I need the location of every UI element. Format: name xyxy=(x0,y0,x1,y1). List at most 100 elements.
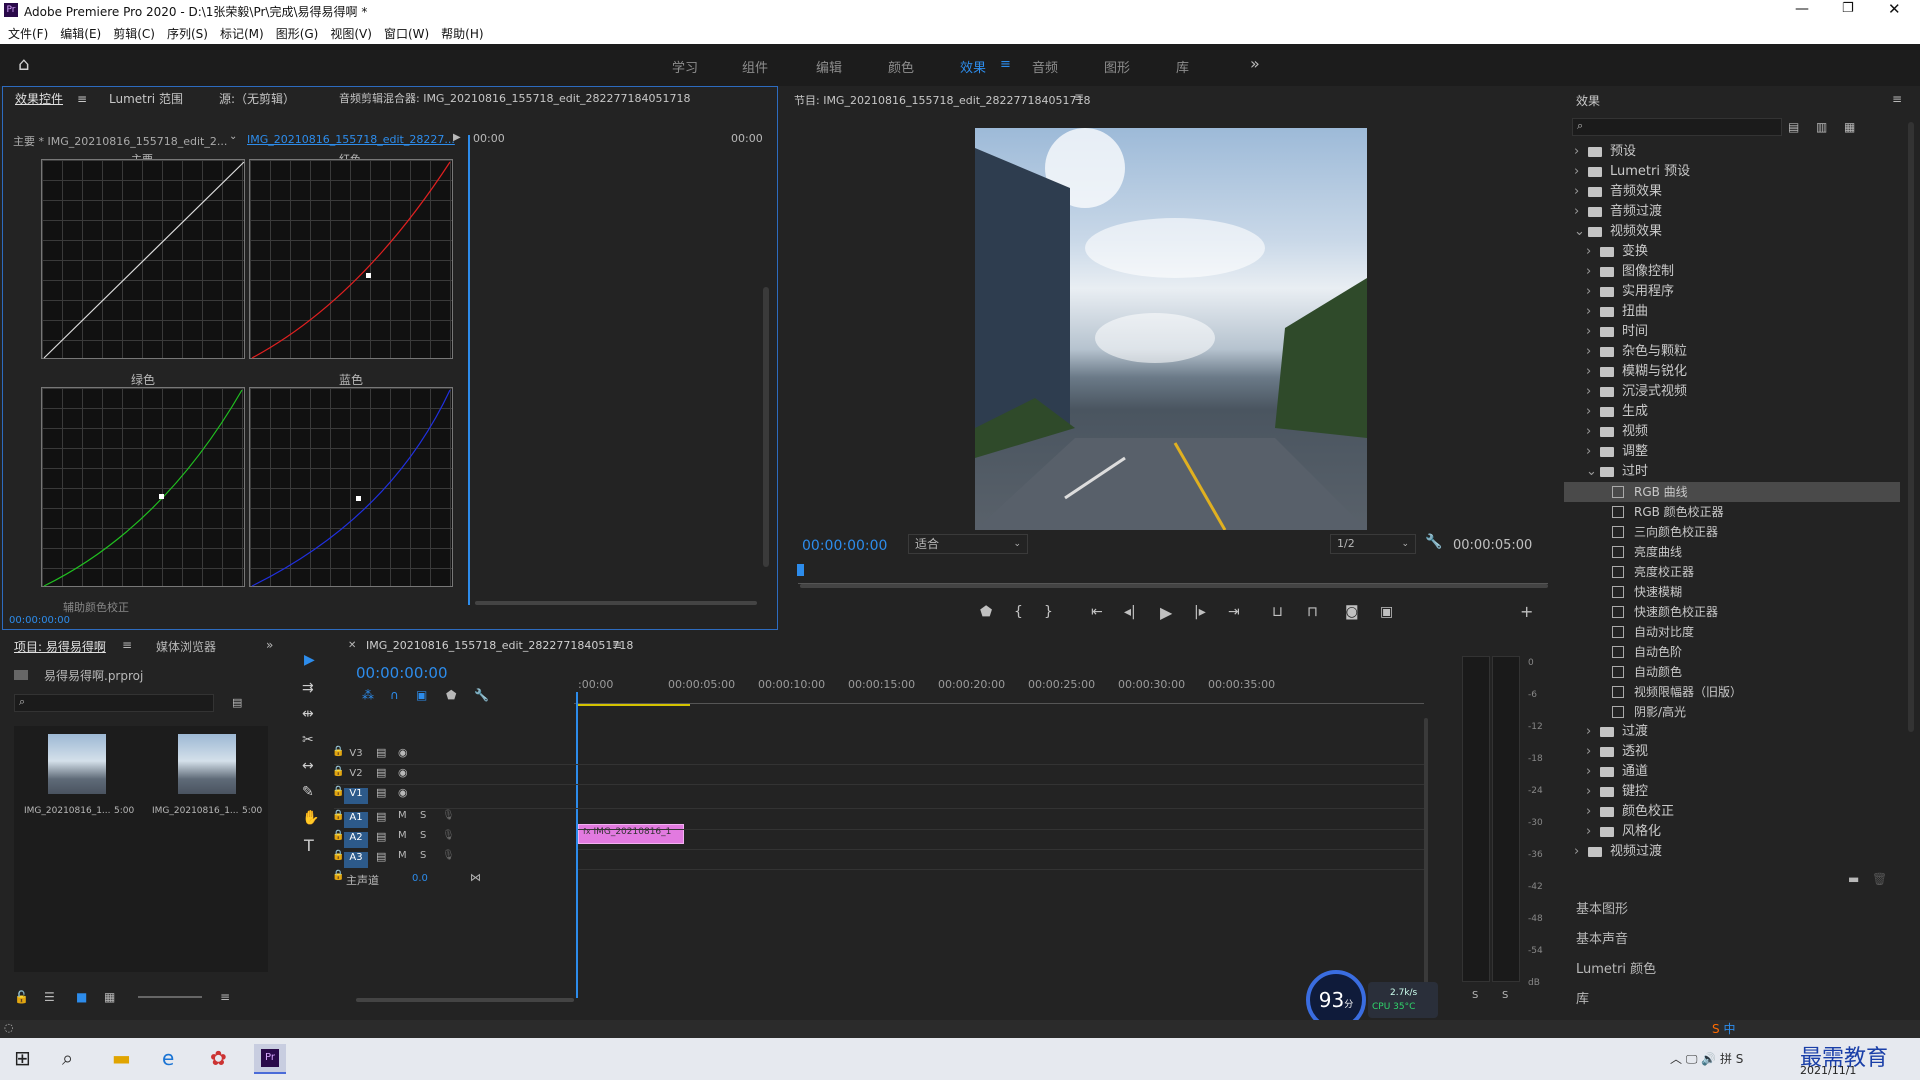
paint-app-icon[interactable]: ✿ xyxy=(210,1046,227,1070)
workspace-tab[interactable]: 音频 xyxy=(1032,57,1058,76)
solo-left-button[interactable]: S xyxy=(1472,990,1478,1001)
chevron-right-icon[interactable]: › xyxy=(1586,722,1594,742)
lock-icon[interactable]: 🔒 xyxy=(332,830,344,841)
comparison-view-icon[interactable]: ▣ xyxy=(1380,604,1393,620)
mute-button[interactable]: M xyxy=(398,810,407,821)
lock-icon[interactable]: 🔒 xyxy=(332,850,344,861)
extract-icon[interactable]: ⊓ xyxy=(1307,604,1318,620)
workspace-tab[interactable]: 组件 xyxy=(742,57,768,76)
chevron-right-icon[interactable]: › xyxy=(1586,302,1594,322)
zoom-slider[interactable] xyxy=(138,996,202,998)
sequence-thumbnail[interactable] xyxy=(178,734,236,794)
search-icon[interactable]: ⌕ xyxy=(62,1046,73,1070)
effect-folder[interactable]: › 预设 xyxy=(1564,142,1900,162)
program-menu-icon[interactable]: ≡ xyxy=(1074,90,1084,104)
section-essential-sound[interactable]: 基本声音 xyxy=(1576,928,1628,947)
video-track-header[interactable]: 🔒 V3 ▤ ◉ xyxy=(332,746,594,766)
chevron-right-icon[interactable]: › xyxy=(1586,262,1594,282)
premiere-taskbar-icon[interactable]: Pr xyxy=(254,1044,286,1074)
timeline-vscroll[interactable] xyxy=(1424,718,1428,998)
slip-tool-icon[interactable]: ↔ xyxy=(302,758,316,774)
master-curve-graph[interactable] xyxy=(41,159,245,359)
effects-menu-icon[interactable]: ≡ xyxy=(1892,92,1902,106)
lock-icon[interactable]: 🔒 xyxy=(332,810,344,821)
effect-folder[interactable]: › 生成 xyxy=(1564,402,1900,422)
program-playhead[interactable] xyxy=(797,564,804,576)
chevron-right-icon[interactable]: › xyxy=(1574,142,1582,162)
timeline-hscroll[interactable] xyxy=(356,998,574,1002)
tab-lumetri-scopes[interactable]: Lumetri 范围 xyxy=(109,87,183,111)
effect-folder[interactable]: › 视频 xyxy=(1564,422,1900,442)
tab-menu-icon[interactable]: ≡ xyxy=(77,87,87,111)
track-label[interactable]: V1 xyxy=(344,788,368,804)
workspace-tab[interactable]: 编辑 xyxy=(816,57,842,76)
chevron-right-icon[interactable]: › xyxy=(1586,782,1594,802)
play-icon[interactable]: ▶ xyxy=(1160,603,1172,622)
effect-folder[interactable]: › 透视 xyxy=(1564,742,1900,762)
chevron-right-icon[interactable]: › xyxy=(1574,202,1582,222)
effect-folder[interactable]: ⌄ 视频效果 xyxy=(1564,222,1900,242)
effect-folder[interactable]: › 调整 xyxy=(1564,442,1900,462)
effect-folder[interactable]: › 过渡 xyxy=(1564,722,1900,742)
effect-folder[interactable]: ⌄ 过时 xyxy=(1564,462,1900,482)
menu-item[interactable]: 标记(M) xyxy=(220,25,264,42)
chevron-right-icon[interactable]: › xyxy=(1586,422,1594,442)
blue-curve-graph[interactable] xyxy=(249,387,453,587)
aux-color-correction-label[interactable]: 辅助颜色校正 xyxy=(63,599,129,615)
mute-button[interactable]: M xyxy=(398,830,407,841)
effect-item[interactable]: 三向颜色校正器 xyxy=(1564,522,1900,542)
chevron-right-icon[interactable]: › xyxy=(1586,242,1594,262)
hand-tool-icon[interactable]: ✋ xyxy=(302,810,319,826)
chevron-down-icon[interactable]: ⌄ xyxy=(1574,222,1585,242)
chevron-right-icon[interactable]: › xyxy=(1586,742,1594,762)
mark-out-icon[interactable]: } xyxy=(1044,604,1053,620)
effect-folder[interactable]: › 时间 xyxy=(1564,322,1900,342)
track-label[interactable]: A3 xyxy=(344,852,368,868)
chevron-right-icon[interactable]: › xyxy=(1586,802,1594,822)
mark-in-icon[interactable]: { xyxy=(1014,604,1023,620)
new-bin-icon[interactable]: ▤ xyxy=(232,696,242,709)
chevron-right-icon[interactable]: › xyxy=(1586,382,1594,402)
wrench-icon[interactable]: 🔧 xyxy=(1425,534,1442,550)
lock-icon[interactable]: 🔓 xyxy=(14,990,29,1004)
project-search-input[interactable]: ⌕ xyxy=(14,694,214,712)
effect-item[interactable]: 自动色阶 xyxy=(1564,642,1900,662)
home-icon[interactable]: ⌂ xyxy=(18,54,29,75)
workspace-tab[interactable]: 效果 xyxy=(960,57,986,76)
effect-folder[interactable]: › 音频效果 xyxy=(1564,182,1900,202)
export-frame-icon[interactable]: ◙ xyxy=(1345,604,1359,620)
audio-track-header[interactable]: 🔒 A2 ▤ M S 🎙 xyxy=(332,830,574,850)
clip-thumbnail[interactable] xyxy=(48,734,106,794)
effect-item[interactable]: 快速模糊 xyxy=(1564,582,1900,602)
solo-button[interactable]: S xyxy=(420,830,426,841)
step-back-icon[interactable]: ◂| xyxy=(1124,604,1136,620)
chevron-right-icon[interactable]: › xyxy=(1586,362,1594,382)
project-menu-icon[interactable]: ≡ xyxy=(122,638,132,652)
toggle-sync-icon[interactable]: ▤ xyxy=(376,786,386,799)
effects-search-input[interactable]: ⌕ xyxy=(1572,118,1782,136)
effect-folder[interactable]: › Lumetri 预设 xyxy=(1564,162,1900,182)
track-label[interactable]: A1 xyxy=(344,812,368,828)
menu-item[interactable]: 剪辑(C) xyxy=(113,25,155,42)
ruler-bar[interactable] xyxy=(574,696,1424,704)
track-label[interactable]: V2 xyxy=(344,768,368,784)
program-title[interactable]: 节目: IMG_20210816_155718_edit_28227718405… xyxy=(794,92,1091,108)
menu-item[interactable]: 帮助(H) xyxy=(441,25,483,42)
delete-icon[interactable]: 🗑 xyxy=(1872,872,1887,886)
chevron-right-icon[interactable]: › xyxy=(1574,182,1582,202)
maximize-button[interactable]: ❐ xyxy=(1842,1,1854,16)
menu-item[interactable]: 文件(F) xyxy=(8,25,48,42)
program-scrub-ruler[interactable] xyxy=(798,570,1548,584)
file-explorer-icon[interactable]: ▬ xyxy=(112,1046,131,1070)
effect-item[interactable]: 亮度校正器 xyxy=(1564,562,1900,582)
effect-item[interactable]: 快速颜色校正器 xyxy=(1564,602,1900,622)
menu-item[interactable]: 窗口(W) xyxy=(384,25,429,42)
toggle-sync-icon[interactable]: ▤ xyxy=(376,746,386,759)
minimize-button[interactable]: — xyxy=(1795,1,1809,17)
tab-effect-controls[interactable]: 效果控件 xyxy=(15,87,63,111)
chevron-right-icon[interactable]: › xyxy=(1586,762,1594,782)
microphone-icon[interactable]: 🎙 xyxy=(442,810,455,821)
eye-icon[interactable]: ◉ xyxy=(398,746,408,759)
track-label[interactable]: V3 xyxy=(344,748,368,764)
eye-icon[interactable]: ◉ xyxy=(398,766,408,779)
